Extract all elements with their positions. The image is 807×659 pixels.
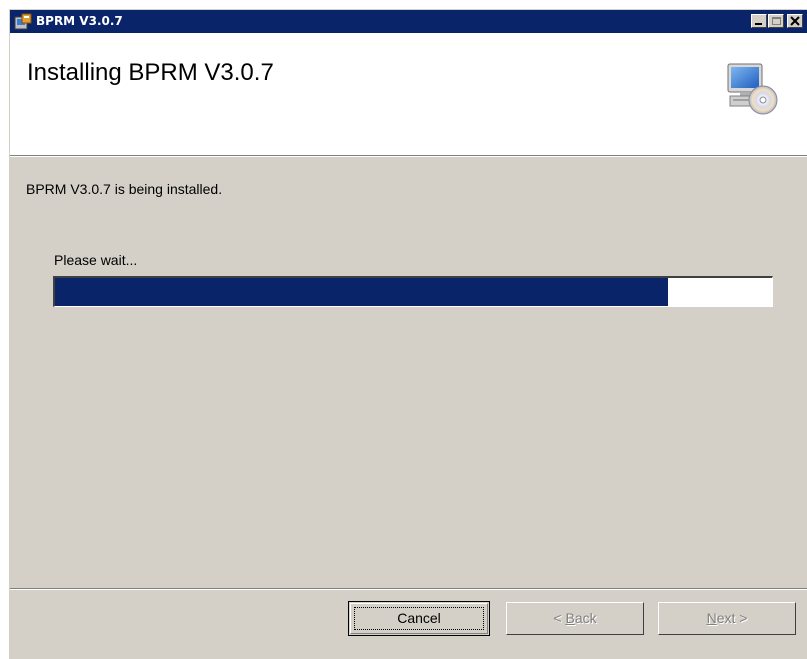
header-banner: Installing BPRM V3.0.7 [10,33,807,156]
footer-divider-highlight [10,589,807,590]
back-button-label: < Back [553,610,596,626]
minimize-button[interactable] [751,14,767,28]
installer-app-icon [14,13,32,30]
back-button[interactable]: < Back [506,602,644,635]
minimize-icon [755,23,762,25]
maximize-icon [772,17,781,25]
next-button-label: Next > [707,610,748,626]
back-rest: ack [574,610,597,626]
window-title: BPRM V3.0.7 [36,14,123,28]
next-rest: ext > [716,610,748,626]
installer-window: BPRM V3.0.7 Installing BPRM V3.0.7 BPRM … [9,9,807,659]
cancel-button-label: Cancel [397,610,441,626]
maximize-button[interactable] [768,14,784,28]
cancel-button[interactable]: Cancel [348,601,490,636]
title-bar[interactable]: BPRM V3.0.7 [10,10,807,33]
back-prefix: < [553,610,566,626]
header-divider [10,156,807,157]
close-icon [790,16,800,26]
progress-fill [55,278,669,306]
computer-cd-icon [727,63,778,115]
close-button[interactable] [787,14,803,28]
back-mnemonic: B [565,610,575,626]
next-mnemonic: N [706,610,717,626]
install-progress-bar [53,276,773,307]
next-button[interactable]: Next > [658,602,796,635]
install-status-text: BPRM V3.0.7 is being installed. [26,181,223,197]
please-wait-label: Please wait... [54,252,138,268]
page-title: Installing BPRM V3.0.7 [27,59,274,86]
